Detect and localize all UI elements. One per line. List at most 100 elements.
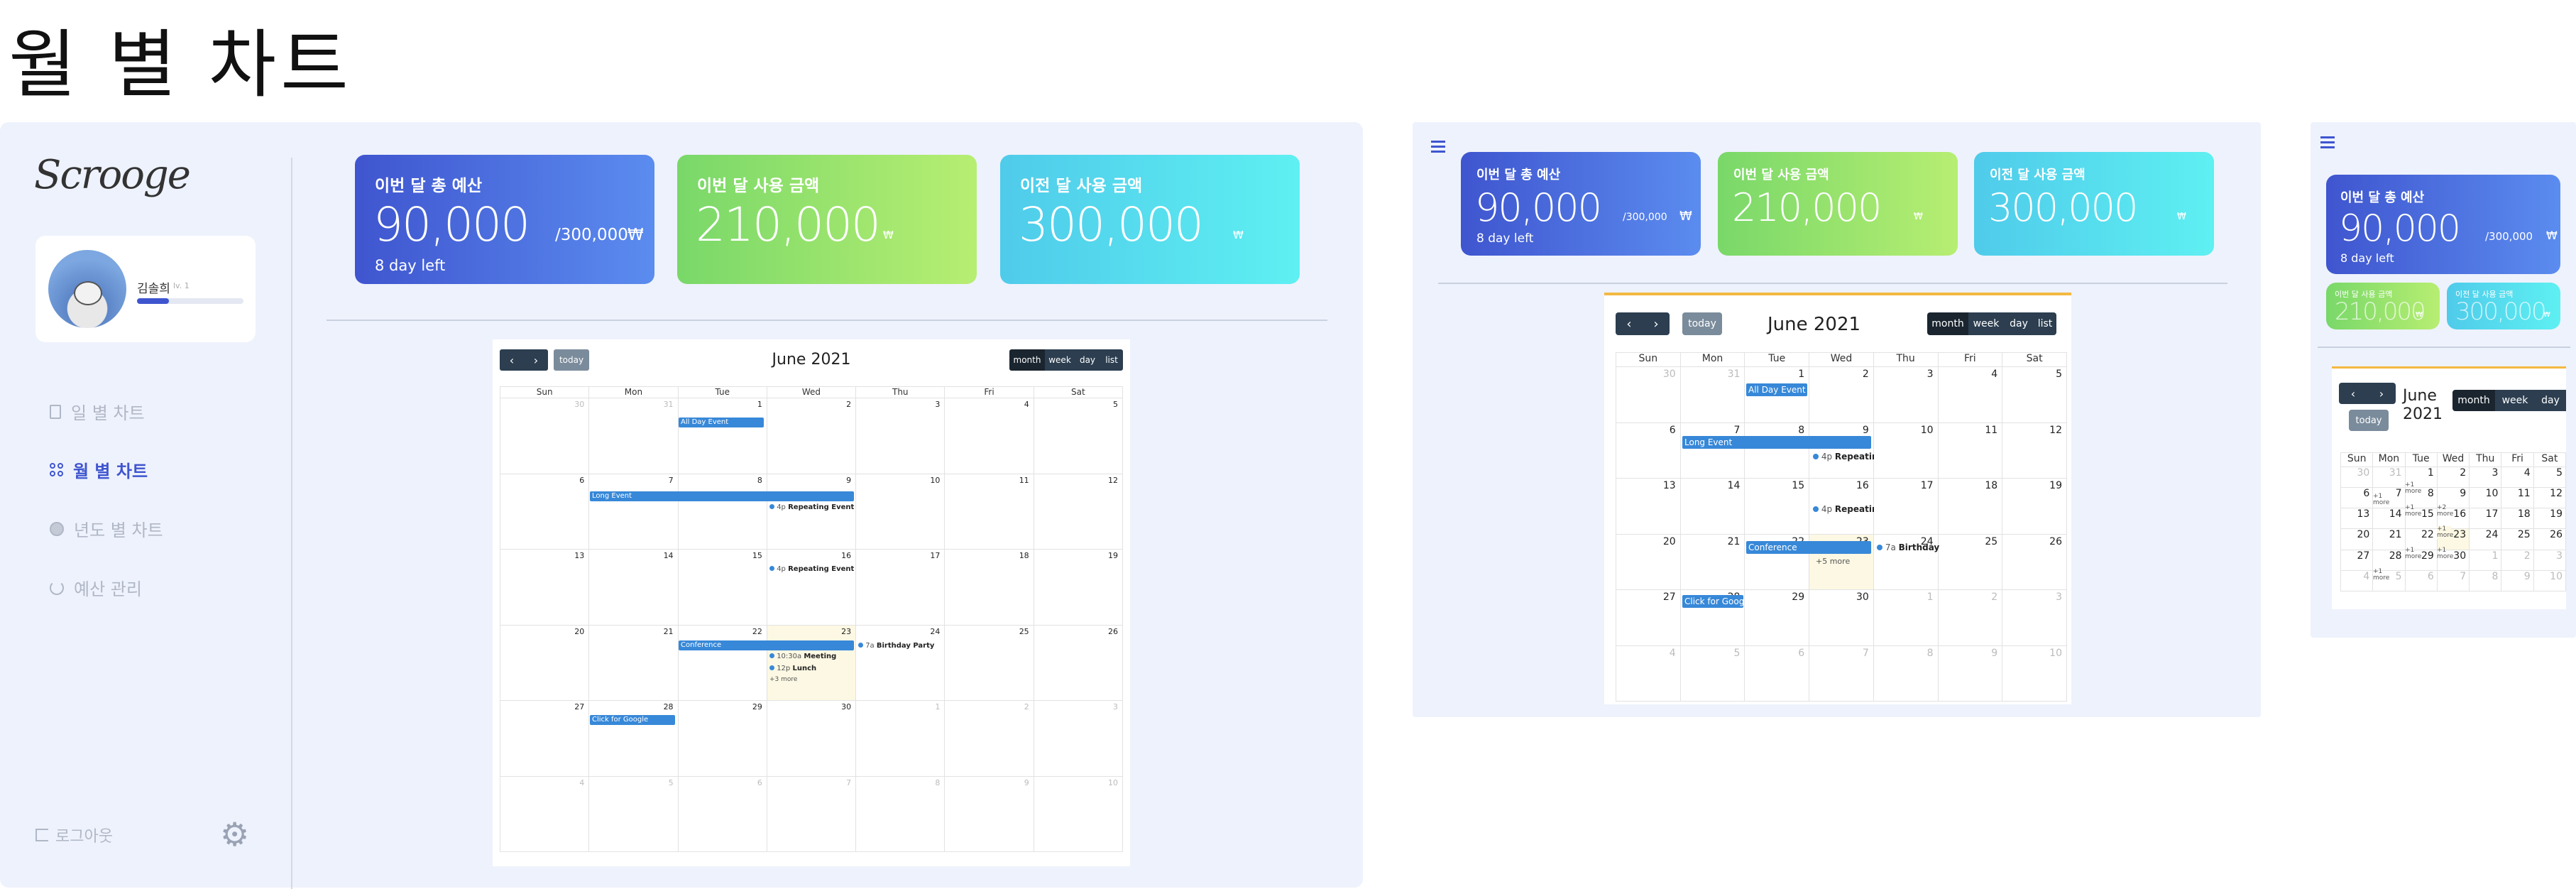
day-cell[interactable]: 9 xyxy=(1937,645,2003,702)
day-cell[interactable]: 4 xyxy=(499,775,590,852)
day-cell[interactable]: 27 xyxy=(1616,589,1681,646)
day-cell[interactable]: 10 xyxy=(1873,422,1939,479)
event-birthday[interactable]: 7a Birthday xyxy=(1877,542,1941,552)
day-cell[interactable]: 27 xyxy=(2340,549,2374,571)
day-cell[interactable]: 31 xyxy=(2372,466,2406,489)
day-cell[interactable]: 10 xyxy=(2533,569,2567,592)
day-cell[interactable]: 9 xyxy=(944,775,1034,852)
day-cell[interactable]: 29 xyxy=(1744,589,1810,646)
day-cell[interactable]: 7 xyxy=(1809,645,1874,702)
view-week-button[interactable]: week xyxy=(2495,390,2535,411)
day-cell[interactable]: 17 xyxy=(2469,508,2502,530)
avatar[interactable] xyxy=(48,250,126,328)
day-cell[interactable]: 12 xyxy=(1033,473,1124,550)
day-cell[interactable]: 4 xyxy=(1616,645,1681,702)
logo[interactable]: Scrooge xyxy=(34,152,191,198)
event-birthday[interactable]: 7a Birthday Party xyxy=(858,642,934,650)
view-day-button[interactable]: day xyxy=(2535,390,2566,411)
more-link[interactable]: +2 more xyxy=(2437,505,2453,518)
event-repeating[interactable]: 4p Repeating Event xyxy=(769,503,854,511)
event-all-day[interactable]: All Day Event xyxy=(679,418,764,427)
day-cell[interactable]: 6 xyxy=(499,473,590,550)
day-cell[interactable]: 19 xyxy=(1033,549,1124,626)
nav-item-yearly[interactable]: 년도 별 차트 xyxy=(50,516,163,541)
day-cell[interactable]: 5 xyxy=(588,775,679,852)
event-long[interactable]: Long Event xyxy=(1682,436,1871,449)
day-cell[interactable]: 7 xyxy=(1679,422,1745,479)
day-cell[interactable]: 3 xyxy=(2002,589,2067,646)
day-cell[interactable]: 4 xyxy=(944,398,1034,474)
more-link[interactable]: +1 more xyxy=(2405,547,2421,560)
day-cell[interactable]: 27 xyxy=(499,700,590,777)
day-cell[interactable]: 4 xyxy=(1937,366,2003,423)
next-button[interactable]: › xyxy=(1643,312,1670,335)
day-cell[interactable]: 2 xyxy=(766,398,857,474)
day-cell[interactable]: 15 xyxy=(1744,478,1810,535)
event-all-day[interactable]: All Day Event xyxy=(1746,383,1807,396)
more-link[interactable]: +1 more xyxy=(2373,569,2389,582)
day-cell[interactable]: 5 xyxy=(2533,466,2567,489)
day-cell[interactable]: 18 xyxy=(2501,508,2534,530)
day-cell[interactable]: 24 xyxy=(855,624,946,701)
day-cell[interactable]: 13 xyxy=(2340,508,2374,530)
hamburger-icon[interactable] xyxy=(2320,136,2335,148)
day-cell[interactable]: 17 xyxy=(855,549,946,626)
view-month-button[interactable]: month xyxy=(1009,349,1045,371)
day-cell[interactable]: 28 xyxy=(588,700,679,777)
event-long[interactable]: Long Event xyxy=(590,491,854,501)
day-cell[interactable]: 30 xyxy=(766,700,857,777)
day-cell[interactable]: 6 xyxy=(2340,487,2374,509)
day-cell[interactable]: 21 xyxy=(1679,533,1745,590)
day-cell[interactable]: 31 xyxy=(1679,366,1745,423)
view-list-button[interactable]: list xyxy=(2034,312,2056,335)
day-cell[interactable]: 2 xyxy=(2436,466,2470,489)
day-cell[interactable]: 5 xyxy=(1033,398,1124,474)
day-cell[interactable]: 3 xyxy=(2533,549,2567,571)
day-cell[interactable]: 20 xyxy=(499,624,590,701)
more-link[interactable]: +1 more xyxy=(2437,526,2453,539)
more-link[interactable]: +1 more xyxy=(2437,547,2453,560)
day-cell[interactable]: 7 xyxy=(588,473,679,550)
day-cell[interactable]: 16 xyxy=(766,549,857,626)
day-cell[interactable]: 11 xyxy=(2501,487,2534,509)
day-cell[interactable]: 23 xyxy=(766,624,857,701)
day-cell[interactable]: 12 xyxy=(2533,487,2567,509)
view-list-button[interactable]: list xyxy=(1100,349,1123,371)
day-cell[interactable]: 6 xyxy=(2404,569,2438,592)
day-cell[interactable]: 13 xyxy=(499,549,590,626)
event-conference[interactable]: Conference xyxy=(1746,541,1871,554)
day-cell[interactable]: 14 xyxy=(588,549,679,626)
day-cell[interactable]: 1 xyxy=(2469,549,2502,571)
day-cell[interactable]: 6 xyxy=(677,775,767,852)
day-cell[interactable]: 14 xyxy=(2372,508,2406,530)
day-cell[interactable]: 6 xyxy=(1744,645,1810,702)
day-cell[interactable]: 8 xyxy=(1744,422,1810,479)
day-cell[interactable]: 5 xyxy=(1679,645,1745,702)
event-conference[interactable]: Conference xyxy=(679,640,854,650)
event-repeating[interactable]: 4p Repeatin xyxy=(1813,504,1874,514)
day-cell[interactable]: 6 xyxy=(1616,422,1681,479)
view-month-button[interactable]: month xyxy=(1927,312,1968,335)
event-google[interactable]: Click for Googl xyxy=(1682,595,1743,608)
more-link[interactable]: +3 more xyxy=(769,676,797,683)
day-cell[interactable]: 3 xyxy=(855,398,946,474)
event-repeating[interactable]: 4p Repeating Event xyxy=(769,565,854,573)
event-lunch[interactable]: 12p Lunch xyxy=(769,665,816,672)
view-day-button[interactable]: day xyxy=(1075,349,1100,371)
day-cell[interactable]: 8 xyxy=(855,775,946,852)
day-cell[interactable]: 2 xyxy=(2501,549,2534,571)
view-week-button[interactable]: week xyxy=(1968,312,2004,335)
day-cell[interactable]: 29 xyxy=(677,700,767,777)
next-button[interactable]: › xyxy=(2367,383,2396,404)
day-cell[interactable]: 8 xyxy=(1873,645,1939,702)
day-cell[interactable]: 20 xyxy=(1616,533,1681,590)
day-cell[interactable]: 31 xyxy=(588,398,679,474)
day-cell[interactable]: 28 xyxy=(2372,549,2406,571)
day-cell[interactable]: 10 xyxy=(1033,775,1124,852)
day-cell[interactable]: 10 xyxy=(2002,645,2067,702)
day-cell[interactable]: 21 xyxy=(2372,528,2406,550)
logout-button[interactable]: 로그아웃 xyxy=(35,824,113,846)
day-cell[interactable]: 22 xyxy=(677,624,767,701)
day-cell[interactable]: 3 xyxy=(2469,466,2502,489)
today-button[interactable]: today xyxy=(2349,410,2389,431)
